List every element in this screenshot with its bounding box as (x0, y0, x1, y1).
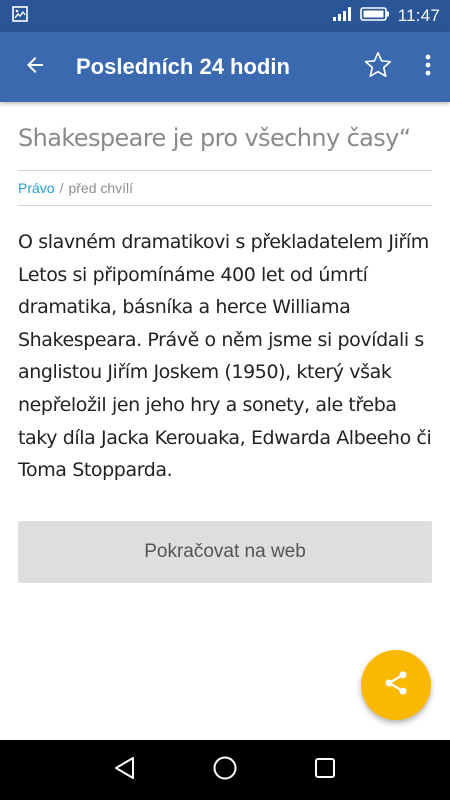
nav-back-button[interactable] (100, 745, 150, 795)
star-outline-icon (362, 49, 394, 86)
article-time: před chvílí (68, 180, 134, 196)
article-title: Shakespeare je pro všechny časy“ (18, 124, 411, 152)
battery-icon (359, 6, 390, 27)
article-meta: Právo / před chvílí (18, 171, 432, 205)
more-vert-icon (424, 53, 432, 82)
page-title: Posledních 24 hodin (76, 54, 290, 79)
status-right: 11:47 (332, 6, 440, 27)
status-time: 11:47 (397, 6, 440, 25)
navigation-bar (0, 740, 450, 800)
article-body: O slavném dramatikovi s překladatelem Ji… (18, 231, 432, 482)
nav-home-button[interactable] (200, 745, 250, 795)
article-category-link[interactable]: Právo (18, 180, 55, 196)
app-bar: Posledních 24 hodin (0, 32, 450, 102)
status-bar: 11:47 (0, 0, 450, 32)
share-icon (382, 669, 410, 702)
signal-icon (332, 6, 352, 27)
image-icon (12, 5, 28, 27)
nav-back-icon (114, 756, 136, 785)
divider (18, 205, 432, 206)
share-button[interactable] (361, 650, 431, 720)
nav-home-icon (212, 755, 238, 786)
article-content: Shakespeare je pro všechny časy“ Právo /… (18, 102, 432, 583)
favorite-button[interactable] (350, 32, 406, 102)
meta-separator: / (59, 180, 64, 196)
nav-recents-button[interactable] (300, 745, 350, 795)
back-button[interactable] (0, 32, 70, 102)
continue-to-web-button[interactable]: Pokračovat na web (18, 520, 432, 583)
nav-recents-icon (314, 757, 336, 784)
overflow-menu-button[interactable] (406, 32, 450, 102)
status-left (12, 5, 28, 27)
arrow-back-icon (23, 53, 47, 82)
